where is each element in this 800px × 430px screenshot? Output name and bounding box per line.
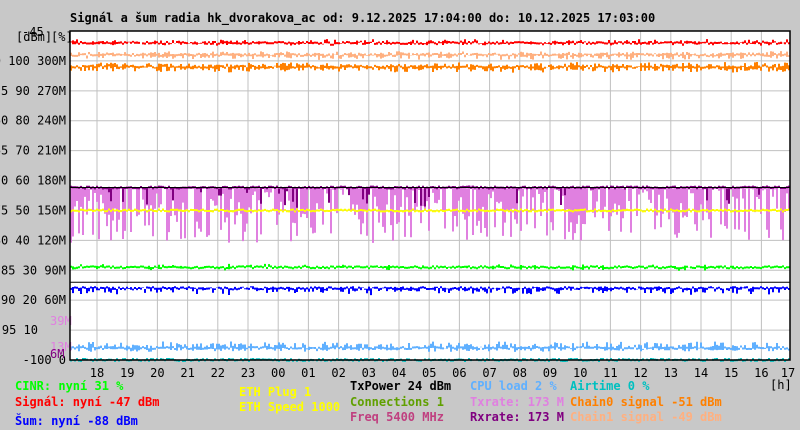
legend-cpu: CPU load 2 % [470,379,557,393]
y-tick-label: -90 20 60M [0,293,66,307]
legend-chain0: Chain0 signal -51 dBm [570,395,722,409]
x-tick-label: 03 [362,366,376,380]
y-tick-label: -95 10 [0,323,38,337]
y-tick-label: -85 30 90M [0,263,66,277]
legend-connections: Connections 1 [350,395,444,409]
x-tick-label: 16 [754,366,768,380]
x-tick-label: 12 [633,366,647,380]
legend-freq: Freq 5400 MHz [350,410,444,424]
y-tick-label: -60 80 240M [0,114,66,128]
legend-signal: Signál: nyní -47 dBm [15,395,160,409]
x-tick-label: 19 [120,366,134,380]
x-tick-label: 13 [664,366,678,380]
x-tick-label: 20 [150,366,164,380]
legend-noise: Šum: nyní -88 dBm [15,413,138,428]
legend-chain1: Chain1 signal -49 dBm [570,410,722,424]
x-tick-label: 10 [573,366,587,380]
x-tick-label: 01 [301,366,315,380]
y-tick-label: -70 60 180M [0,174,66,188]
x-tick-label: 06 [452,366,466,380]
rate-label: 6M [50,347,64,361]
legend-rxrate: Rxrate: 173 M [470,410,564,424]
legend-eth-plug: ETH Plug 1 [239,385,311,399]
x-tick-label: 00 [271,366,285,380]
x-tick-label: 18 [90,366,104,380]
legend: CINR: nyní 31 % Signál: nyní -47 dBm Šum… [15,379,722,428]
y-tick-label: -50 100 300M [0,54,66,68]
unit-label-pct: [%] [51,30,73,44]
x-tick-label: 02 [331,366,345,380]
y-tick-label: -65 70 210M [0,144,66,158]
y-tick-label: -75 50 150M [0,203,66,217]
y-tick-label: -55 90 270M [0,84,66,98]
x-tick-label: 22 [211,366,225,380]
x-tick-label: 04 [392,366,406,380]
legend-eth-speed: ETH Speed 1000 [239,400,340,414]
y-tick-label: -80 40 120M [0,233,66,247]
legend-airtime: Airtime 0 % [570,379,650,393]
x-tick-label: 23 [241,366,255,380]
legend-txpower: TxPower 24 dBm [350,379,451,393]
signal-noise-chart: Signál a šum radia hk_dvorakova_ac od: 9… [0,11,795,428]
chart-title: Signál a šum radia hk_dvorakova_ac od: 9… [70,11,655,26]
rate-label: 39M [50,314,72,328]
x-tick-label: 21 [180,366,194,380]
x-tick-label: 07 [482,366,496,380]
x-tick-label: 15 [724,366,738,380]
unit-label-dbm: [dBm] [16,30,52,44]
x-tick-label: 05 [422,366,436,380]
x-tick-label: 14 [694,366,708,380]
x-tick-label: 11 [603,366,617,380]
legend-txrate: Txrate: 173 M [470,395,564,409]
legend-cinr: CINR: nyní 31 % [15,379,124,393]
x-tick-label: 08 [513,366,527,380]
x-unit-label: [h] [770,378,792,392]
x-tick-label: 09 [543,366,557,380]
